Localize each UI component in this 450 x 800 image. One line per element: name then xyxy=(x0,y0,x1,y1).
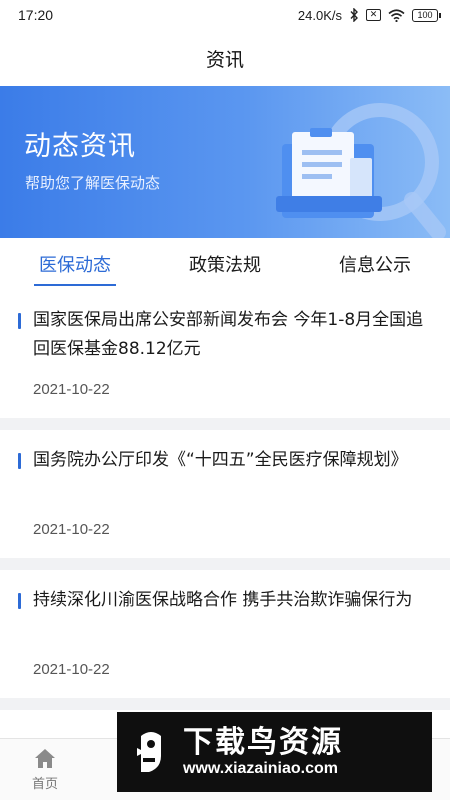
news-title: 国家医保局出席公安部新闻发布会 今年1-8月全国追回医保基金88.12亿元 xyxy=(33,310,424,359)
tab-bar: 医保动态 政策法规 信息公示 xyxy=(0,238,450,290)
tabbar-item-home[interactable]: 首页 xyxy=(0,739,90,800)
title-marker xyxy=(18,593,21,609)
wifi-icon xyxy=(388,8,405,22)
page-title: 资讯 xyxy=(205,48,244,71)
status-icons: 24.0K/s ✕ 100 xyxy=(297,7,441,23)
news-list: 国家医保局出席公安部新闻发布会 今年1-8月全国追回医保基金88.12亿元 20… xyxy=(0,290,450,710)
tab-policies[interactable]: 政策法规 xyxy=(150,238,300,290)
nav-bar: 资讯 xyxy=(0,30,450,86)
tab-public-info[interactable]: 信息公示 xyxy=(300,238,450,290)
list-item[interactable]: 国务院办公厅印发《“十四五”全民医疗保障规划》 2021-10-22 xyxy=(0,430,450,558)
document-magnifier-illustration xyxy=(276,103,446,238)
watermark-name: 下载鸟资源 xyxy=(183,725,343,760)
bluetooth-icon xyxy=(350,8,358,22)
list-item[interactable]: 持续深化川渝医保战略合作 携手共治欺诈骗保行为 2021-10-22 xyxy=(0,570,450,698)
banner-subtitle: 帮助您了解医保动态 xyxy=(25,174,161,192)
watermark-text: 下载鸟资源 www.xiazainiao.com xyxy=(183,726,343,778)
divider xyxy=(0,558,450,570)
watermark-banner: 下载鸟资源 www.xiazainiao.com xyxy=(117,712,432,792)
tab-medical-news[interactable]: 医保动态 xyxy=(0,238,150,290)
bird-logo xyxy=(137,732,161,772)
home-icon xyxy=(35,749,55,768)
status-bar: 17:20 24.0K/s ✕ 100 xyxy=(0,0,450,30)
network-speed: 24.0K/s xyxy=(297,7,342,23)
title-marker xyxy=(18,453,21,469)
news-date: 2021-10-22 xyxy=(33,381,110,398)
battery-icon: 100 xyxy=(412,8,441,22)
divider xyxy=(0,698,450,710)
status-time: 17:20 xyxy=(18,7,54,23)
banner: 动态资讯 帮助您了解医保动态 xyxy=(0,86,450,238)
news-date: 2021-10-22 xyxy=(33,521,110,538)
tabbar-home-label: 首页 xyxy=(31,777,58,792)
list-item[interactable]: 国家医保局出席公安部新闻发布会 今年1-8月全国追回医保基金88.12亿元 20… xyxy=(0,290,450,418)
news-title: 国务院办公厅印发《“十四五”全民医疗保障规划》 xyxy=(33,450,408,470)
news-date: 2021-10-22 xyxy=(33,661,110,678)
no-sim-icon: ✕ xyxy=(366,9,381,21)
title-marker xyxy=(18,313,21,329)
divider xyxy=(0,418,450,430)
watermark-url: www.xiazainiao.com xyxy=(183,760,339,777)
banner-title: 动态资讯 xyxy=(24,131,136,162)
news-title: 持续深化川渝医保战略合作 携手共治欺诈骗保行为 xyxy=(33,590,413,610)
